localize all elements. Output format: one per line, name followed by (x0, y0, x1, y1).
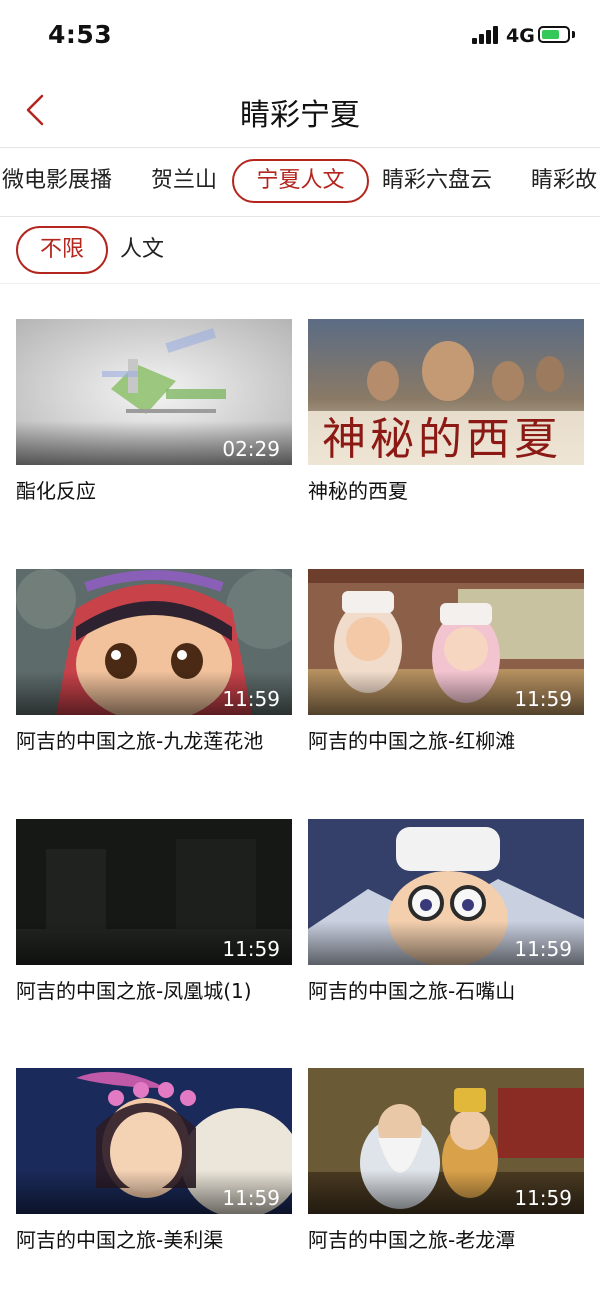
video-card[interactable]: 02:29 酯化反应 (16, 319, 292, 504)
video-duration: 11:59 (514, 687, 572, 711)
video-thumbnail: 11:59 (16, 1068, 292, 1214)
video-duration: 11:59 (514, 937, 572, 961)
video-title: 阿吉的中国之旅-凤凰城(1) (16, 979, 252, 1003)
video-thumbnail: 11:59 (308, 819, 584, 965)
category-tabs: 微电影展播 贺兰山 宁夏人文 睛彩六盘云 睛彩故 (0, 148, 600, 217)
video-card[interactable]: 11:59 阿吉的中国之旅-石嘴山 (308, 819, 584, 1004)
tab-helan-mountain[interactable]: 贺兰山 (151, 159, 217, 203)
tab-jingcai-gu[interactable]: 睛彩故 (531, 159, 597, 203)
tab-micro-film[interactable]: 微电影展播 (2, 159, 112, 203)
video-duration: 11:59 (222, 687, 280, 711)
video-card[interactable]: 神秘的西夏 神秘的西夏 (308, 319, 584, 504)
video-title-overlay: 神秘的西夏 (322, 414, 562, 465)
video-duration: 11:59 (514, 1186, 572, 1210)
video-thumbnail: 神秘的西夏 (308, 319, 584, 465)
filter-culture[interactable]: 人文 (120, 226, 164, 274)
video-card[interactable]: 11:59 阿吉的中国之旅-红柳滩 (308, 569, 584, 754)
battery-icon (538, 26, 570, 43)
video-thumbnail: 11:59 (16, 569, 292, 715)
video-title: 阿吉的中国之旅-老龙潭 (308, 1228, 516, 1252)
video-thumbnail: 11:59 (308, 569, 584, 715)
video-thumbnail: 11:59 (16, 819, 292, 965)
tab-ningxia-culture[interactable]: 宁夏人文 (232, 159, 369, 203)
video-title: 酯化反应 (16, 479, 96, 503)
video-title: 阿吉的中国之旅-美利渠 (16, 1228, 224, 1252)
video-card[interactable]: 11:59 阿吉的中国之旅-凤凰城(1) (16, 819, 292, 1004)
video-thumbnail: 11:59 (308, 1068, 584, 1214)
status-bar: 4:53 4G (0, 0, 600, 72)
signal-icon (472, 26, 498, 44)
tab-liupan-cloud[interactable]: 睛彩六盘云 (382, 159, 492, 203)
filter-row: 不限 人文 (0, 217, 600, 284)
video-duration: 02:29 (222, 437, 280, 461)
filter-all[interactable]: 不限 (16, 226, 108, 274)
video-card[interactable]: 11:59 阿吉的中国之旅-美利渠 (16, 1068, 292, 1253)
battery-cap (572, 31, 575, 38)
video-duration: 11:59 (222, 937, 280, 961)
video-title: 阿吉的中国之旅-石嘴山 (308, 979, 516, 1003)
status-time: 4:53 (48, 20, 113, 49)
video-thumbnail: 02:29 (16, 319, 292, 465)
video-duration: 11:59 (222, 1186, 280, 1210)
video-card[interactable]: 11:59 阿吉的中国之旅-老龙潭 (308, 1068, 584, 1253)
video-title: 神秘的西夏 (308, 479, 408, 503)
video-title: 阿吉的中国之旅-九龙莲花池 (16, 729, 264, 753)
video-card[interactable]: 11:59 阿吉的中国之旅-九龙莲花池 (16, 569, 292, 754)
nav-header: 睛彩宁夏 (0, 72, 600, 148)
video-title: 阿吉的中国之旅-红柳滩 (308, 729, 516, 753)
network-type: 4G (506, 25, 535, 47)
page-title: 睛彩宁夏 (240, 98, 360, 133)
